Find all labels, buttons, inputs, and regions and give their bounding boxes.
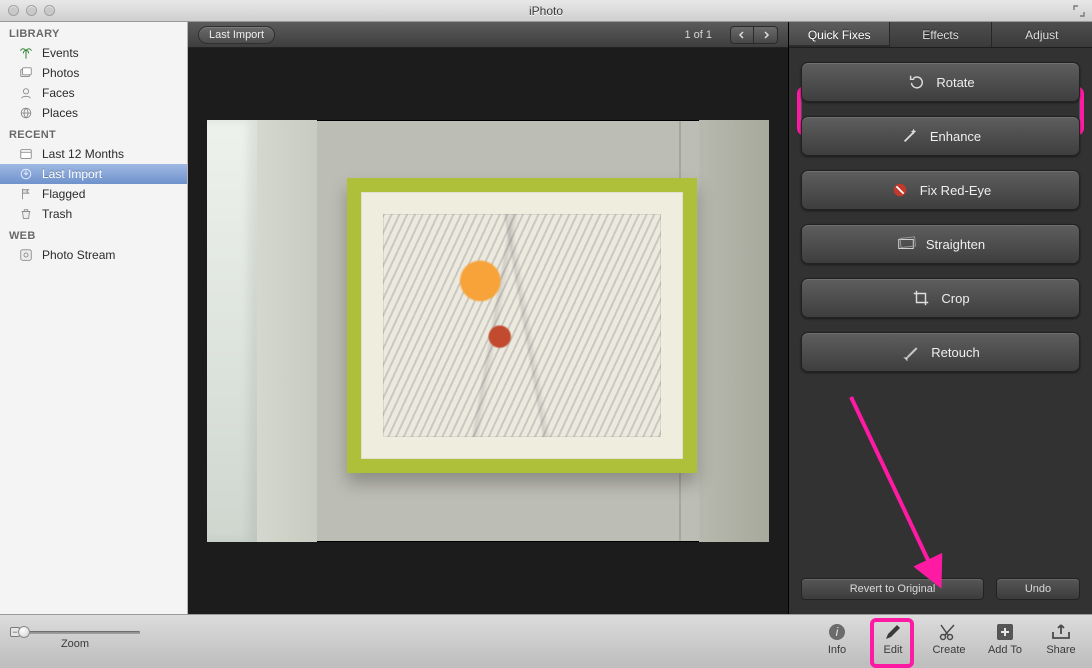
- brush-icon: [901, 342, 921, 362]
- panel-bottom: Revert to Original Undo: [789, 578, 1092, 614]
- sidebar-item-label: Last 12 Months: [42, 147, 124, 161]
- toolbar-info[interactable]: i Info: [816, 622, 858, 656]
- undo-button[interactable]: Undo: [996, 578, 1080, 600]
- sidebar-item-label: Last Import: [42, 167, 102, 181]
- toolbar-create[interactable]: Create: [928, 622, 970, 656]
- tab-label: Adjust: [1025, 28, 1058, 42]
- toolbar-label: Edit: [884, 644, 903, 656]
- edit-tabs: Quick Fixes Effects Adjust: [789, 22, 1092, 48]
- button-label: Rotate: [936, 75, 974, 90]
- sidebar-section-library: LIBRARY: [0, 22, 187, 43]
- sidebar-item-last-import[interactable]: Last Import: [0, 164, 187, 184]
- next-button[interactable]: [754, 26, 778, 44]
- fix-redeye-button[interactable]: Fix Red-Eye: [801, 170, 1080, 210]
- trash-icon: [18, 206, 34, 222]
- toolbar-share[interactable]: Share: [1040, 622, 1082, 656]
- viewer-title-chip[interactable]: Last Import: [198, 26, 275, 44]
- enhance-button[interactable]: Enhance: [801, 116, 1080, 156]
- button-label: Revert to Original: [850, 583, 936, 595]
- tab-effects[interactable]: Effects: [890, 22, 991, 47]
- plus-icon: [990, 622, 1020, 642]
- zoom-control[interactable]: − Zoom: [10, 628, 140, 650]
- photo-content: [207, 120, 769, 542]
- crop-button[interactable]: Crop: [801, 278, 1080, 318]
- annotation-arrow: [841, 392, 1001, 582]
- sidebar-item-photos[interactable]: Photos: [0, 63, 187, 83]
- straighten-button[interactable]: Straighten: [801, 224, 1080, 264]
- crop-icon: [911, 288, 931, 308]
- info-icon: i: [822, 622, 852, 642]
- pencil-icon: [878, 622, 908, 642]
- stream-icon: [18, 247, 34, 263]
- button-label: Enhance: [930, 129, 981, 144]
- bottom-toolbar: − Zoom i Info Edit Create Add: [0, 614, 1092, 662]
- sidebar-item-places[interactable]: Places: [0, 103, 187, 123]
- window-title: iPhoto: [0, 4, 1092, 18]
- button-label: Crop: [941, 291, 969, 306]
- sidebar-item-label: Photos: [42, 66, 79, 80]
- retouch-button[interactable]: Retouch: [801, 332, 1080, 372]
- prev-button[interactable]: [730, 26, 754, 44]
- globe-icon: [18, 105, 34, 121]
- sidebar-item-label: Photo Stream: [42, 248, 115, 262]
- button-label: Undo: [1025, 583, 1051, 595]
- tab-label: Effects: [922, 28, 958, 42]
- sidebar-item-flagged[interactable]: Flagged: [0, 184, 187, 204]
- calendar-icon: [18, 146, 34, 162]
- redeye-icon: [890, 180, 910, 200]
- toolbar-label: Info: [828, 644, 846, 656]
- viewer-nav: [730, 26, 778, 44]
- sidebar-section-web: WEB: [0, 224, 187, 245]
- toolbar-edit[interactable]: Edit: [872, 622, 914, 656]
- sidebar-item-label: Places: [42, 106, 78, 120]
- tab-label: Quick Fixes: [808, 28, 871, 42]
- sidebar: LIBRARY Events Photos Faces Places RECEN…: [0, 22, 187, 614]
- zoom-knob[interactable]: [18, 626, 30, 638]
- sidebar-item-faces[interactable]: Faces: [0, 83, 187, 103]
- photo-viewer: Last Import 1 of 1: [188, 22, 788, 614]
- sidebar-item-last12[interactable]: Last 12 Months: [0, 144, 187, 164]
- photos-icon: [18, 65, 34, 81]
- share-icon: [1046, 622, 1076, 642]
- viewer-canvas[interactable]: [188, 48, 788, 614]
- toolbar-label: Share: [1046, 644, 1075, 656]
- svg-text:i: i: [836, 625, 839, 639]
- tab-adjust[interactable]: Adjust: [992, 22, 1092, 47]
- button-label: Fix Red-Eye: [920, 183, 992, 198]
- edit-actions: Rotate Enhance Fix Red-Eye Straighten Cr…: [789, 48, 1092, 372]
- sidebar-item-label: Flagged: [42, 187, 85, 201]
- sidebar-section-recent: RECENT: [0, 123, 187, 144]
- button-label: Retouch: [931, 345, 979, 360]
- edit-panel: Quick Fixes Effects Adjust Rotate Enhanc…: [788, 22, 1092, 614]
- sidebar-item-events[interactable]: Events: [0, 43, 187, 63]
- viewer-topbar: Last Import 1 of 1: [188, 22, 788, 48]
- scissors-icon: [934, 622, 964, 642]
- flag-icon: [18, 186, 34, 202]
- palm-icon: [18, 45, 34, 61]
- rotate-button[interactable]: Rotate: [801, 62, 1080, 102]
- toolbar-addto[interactable]: Add To: [984, 622, 1026, 656]
- sidebar-item-label: Trash: [42, 207, 72, 221]
- tab-quick-fixes[interactable]: Quick Fixes: [789, 22, 890, 47]
- zoom-slider[interactable]: −: [10, 628, 140, 636]
- wand-icon: [900, 126, 920, 146]
- toolbar-label: Add To: [988, 644, 1022, 656]
- sidebar-item-label: Events: [42, 46, 79, 60]
- zoom-label: Zoom: [61, 638, 89, 650]
- sidebar-item-label: Faces: [42, 86, 75, 100]
- sidebar-item-photostream[interactable]: Photo Stream: [0, 245, 187, 265]
- rotate-icon: [906, 72, 926, 92]
- toolbar-label: Create: [932, 644, 965, 656]
- sidebar-item-trash[interactable]: Trash: [0, 204, 187, 224]
- straighten-icon: [896, 234, 916, 254]
- button-label: Straighten: [926, 237, 985, 252]
- titlebar: iPhoto: [0, 0, 1092, 22]
- viewer-counter: 1 of 1: [684, 29, 712, 41]
- import-icon: [18, 166, 34, 182]
- face-icon: [18, 85, 34, 101]
